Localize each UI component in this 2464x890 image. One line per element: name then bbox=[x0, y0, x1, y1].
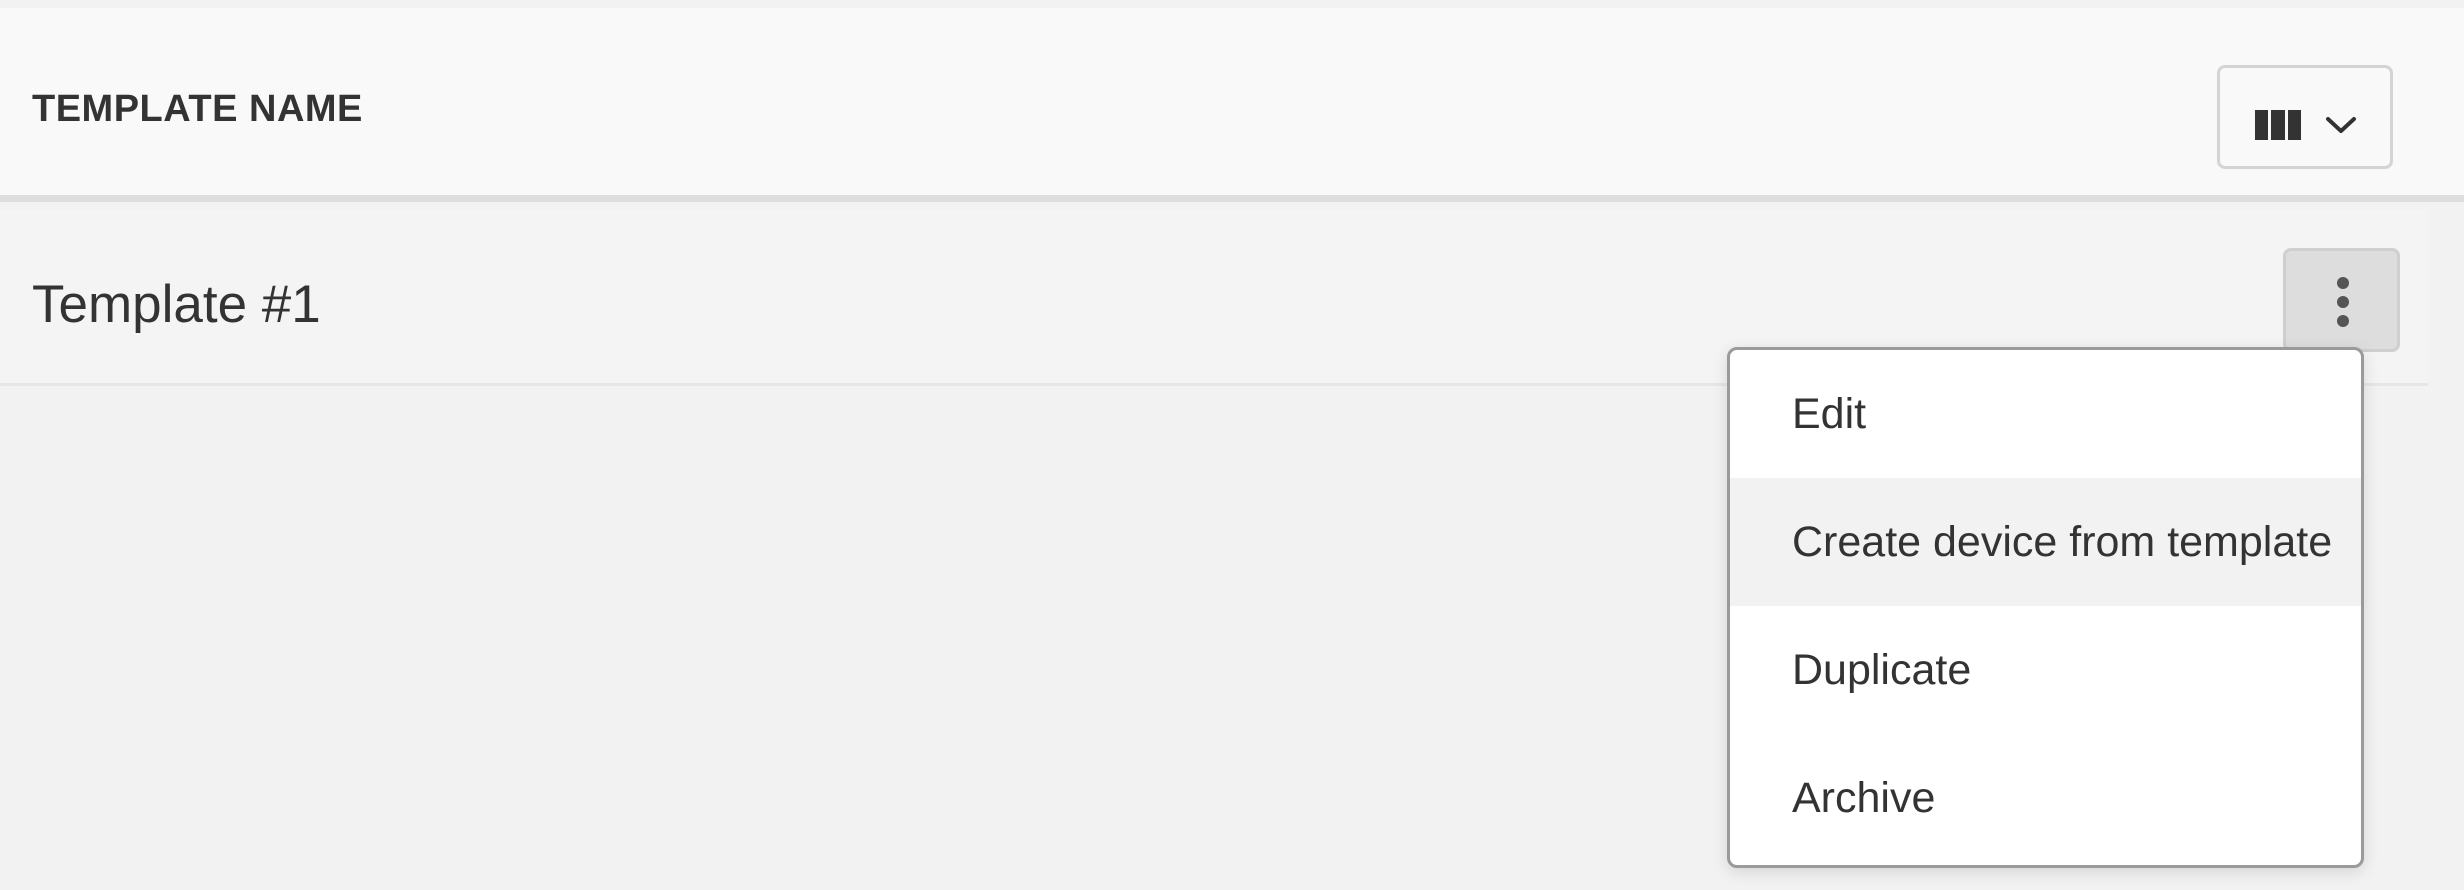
menu-item-archive[interactable]: Archive bbox=[1730, 734, 2361, 862]
menu-item-edit[interactable]: Edit bbox=[1730, 350, 2361, 478]
table-header: TEMPLATE NAME bbox=[0, 8, 2464, 202]
kebab-vertical-icon bbox=[2337, 277, 2349, 327]
menu-item-duplicate[interactable]: Duplicate bbox=[1730, 606, 2361, 734]
page: TEMPLATE NAME Template #1 Edit Create de… bbox=[0, 0, 2464, 890]
row-actions-button[interactable] bbox=[2283, 248, 2400, 352]
columns-icon bbox=[2255, 110, 2301, 140]
column-header-template-name[interactable]: TEMPLATE NAME bbox=[32, 90, 363, 128]
row-actions-menu: Edit Create device from template Duplica… bbox=[1727, 347, 2364, 868]
top-divider bbox=[0, 0, 2464, 8]
column-picker-button[interactable] bbox=[2217, 65, 2393, 169]
chevron-down-icon bbox=[2326, 117, 2356, 133]
menu-item-create-device-from-template[interactable]: Create device from template bbox=[1730, 478, 2361, 606]
template-name-cell[interactable]: Template #1 bbox=[32, 278, 321, 331]
